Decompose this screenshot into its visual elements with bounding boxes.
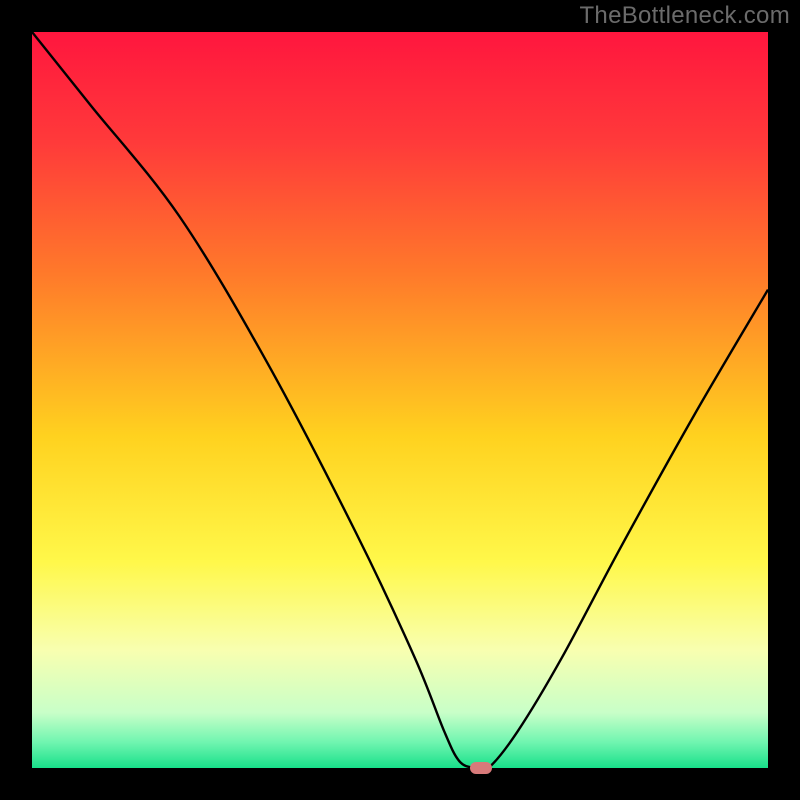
gradient-background (32, 32, 768, 768)
chart-frame: TheBottleneck.com (0, 0, 800, 800)
chart-svg (32, 32, 768, 768)
watermark-text: TheBottleneck.com (579, 2, 790, 30)
optimal-point-marker (470, 762, 492, 774)
plot-area (32, 32, 768, 768)
